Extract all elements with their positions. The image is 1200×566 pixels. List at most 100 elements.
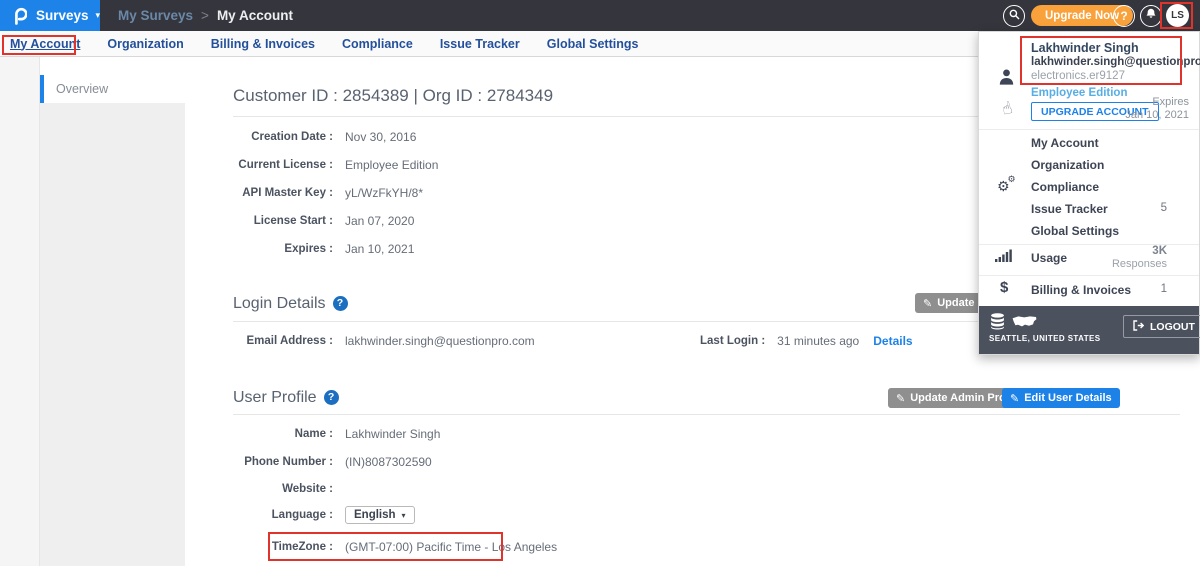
field-value: (IN)8087302590 [345, 455, 432, 469]
expires-date: Jan 10, 2021 [1121, 109, 1189, 122]
bell-icon [1145, 7, 1157, 25]
field-value: Jan 07, 2020 [345, 214, 414, 228]
section-title: User Profile [233, 389, 317, 406]
tab-my-account[interactable]: My Account [10, 37, 80, 51]
dollar-icon: $ [1000, 279, 1008, 296]
menu-item-my-account[interactable]: My Account [1031, 136, 1099, 150]
edit-icon: ✎ [896, 392, 905, 405]
breadcrumb-current: My Account [217, 8, 293, 23]
dropdown-user-email: lakhwinder.singh@questionpro.com [1031, 56, 1200, 68]
sidebar-item-overview[interactable]: Overview [40, 75, 185, 103]
hand-cursor-icon: ☝ [1000, 98, 1015, 120]
dropdown-footer: SEATTLE, UNITED STATES LOGOUT [979, 306, 1199, 354]
field-label: Expires : [233, 243, 333, 255]
billing-badge: 1 [1129, 283, 1167, 295]
issue-tracker-badge: 5 [1129, 202, 1167, 214]
field-language: Language : English ▾ [233, 506, 415, 524]
surveys-product-menu[interactable]: Surveys ▾ [0, 0, 100, 31]
field-value: Jan 10, 2021 [345, 242, 414, 256]
breadcrumb: My Surveys > My Account [118, 0, 293, 31]
login-details-heading: Login Details? [233, 295, 348, 313]
field-label: Last Login : [700, 335, 765, 347]
language-select[interactable]: English ▾ [345, 506, 415, 524]
user-avatar[interactable]: LS [1166, 4, 1189, 27]
field-value: 31 minutes ago [777, 334, 859, 348]
field-label: Language : [233, 509, 333, 521]
field-value: yL/WzFkYH/8* [345, 186, 423, 200]
field-api-master-key: API Master Key : yL/WzFkYH/8* [233, 186, 423, 200]
field-timezone: TimeZone : (GMT-07:00) Pacific Time - Lo… [233, 540, 557, 554]
edit-icon: ✎ [1010, 392, 1019, 405]
field-label: Email Address : [233, 335, 333, 347]
chevron-down-icon: ▾ [402, 511, 406, 520]
menu-item-compliance[interactable]: Compliance [1031, 180, 1099, 194]
person-icon [999, 69, 1014, 90]
divider [979, 129, 1199, 130]
details-link[interactable]: Details [873, 334, 912, 348]
menu-item-organization[interactable]: Organization [1031, 158, 1104, 172]
breadcrumb-my-surveys[interactable]: My Surveys [118, 8, 193, 23]
user-profile-heading: User Profile? [233, 389, 339, 407]
field-last-login: Last Login : 31 minutes ago Details [700, 334, 913, 348]
tab-issue-tracker[interactable]: Issue Tracker [440, 37, 520, 51]
help-button[interactable]: ? [1113, 5, 1135, 27]
language-value: English [354, 509, 396, 521]
field-name: Name : Lakhwinder Singh [233, 427, 440, 441]
menu-item-billing-invoices[interactable]: Billing & Invoices [1031, 283, 1131, 297]
field-value: Employee Edition [345, 158, 438, 172]
field-label: Name : [233, 428, 333, 440]
help-icon[interactable]: ? [324, 390, 339, 405]
menu-item-global-settings[interactable]: Global Settings [1031, 224, 1119, 238]
field-phone-number: Phone Number : (IN)8087302590 [233, 455, 432, 469]
divider [979, 275, 1199, 276]
top-bar: Surveys ▾ My Surveys > My Account Upgrad… [0, 0, 1200, 31]
left-rail [0, 57, 40, 566]
divider [233, 414, 1180, 415]
help-icon[interactable]: ? [333, 296, 348, 311]
database-icon [990, 313, 1005, 335]
usa-map-icon [1012, 315, 1037, 335]
notifications-button[interactable] [1140, 5, 1162, 27]
field-label: TimeZone : [233, 541, 333, 553]
search-icon [1009, 7, 1020, 25]
expires-label: Expires [1121, 96, 1189, 109]
edit-icon: ✎ [923, 297, 932, 310]
field-email-address: Email Address : lakhwinder.singh@questio… [233, 334, 535, 348]
field-label: License Start : [233, 215, 333, 227]
tab-global-settings[interactable]: Global Settings [547, 37, 639, 51]
button-label: LOGOUT [1150, 321, 1195, 333]
field-label: Creation Date : [233, 131, 333, 143]
dropdown-user-name: Lakhwinder Singh [1031, 41, 1139, 55]
tab-organization[interactable]: Organization [107, 37, 183, 51]
my-account-page: Surveys ▾ My Surveys > My Account Upgrad… [0, 0, 1200, 566]
sidebar-item-label: Overview [56, 82, 108, 96]
field-label: Phone Number : [233, 456, 333, 468]
dropdown-expires: Expires Jan 10, 2021 [1121, 96, 1189, 122]
button-label: Edit User Details [1024, 392, 1111, 404]
field-creation-date: Creation Date : Nov 30, 2016 [233, 130, 416, 144]
tab-billing-invoices[interactable]: Billing & Invoices [211, 37, 315, 51]
field-license-start: License Start : Jan 07, 2020 [233, 214, 414, 228]
search-button[interactable] [1003, 5, 1025, 27]
dropdown-username: electronics.er9127 [1031, 70, 1125, 82]
field-label: API Master Key : [233, 187, 333, 199]
field-website: Website : [233, 483, 345, 495]
sidebar-body [40, 103, 185, 566]
bar-chart-icon [995, 249, 1012, 267]
tab-compliance[interactable]: Compliance [342, 37, 413, 51]
field-label: Current License : [233, 159, 333, 171]
menu-item-issue-tracker[interactable]: Issue Tracker [1031, 202, 1108, 216]
breadcrumb-separator: > [201, 8, 209, 23]
menu-item-usage[interactable]: Usage [1031, 251, 1067, 265]
dropdown-edition-link[interactable]: Employee Edition [1031, 87, 1128, 99]
field-value: lakhwinder.singh@questionpro.com [345, 334, 535, 348]
chevron-down-icon: ▾ [96, 10, 101, 21]
question-mark-icon: ? [1120, 9, 1127, 23]
field-value: Lakhwinder Singh [345, 427, 440, 441]
logout-button[interactable]: LOGOUT [1123, 315, 1200, 338]
field-current-license: Current License : Employee Edition [233, 158, 438, 172]
page-title: Customer ID : 2854389 | Org ID : 2784349 [233, 86, 553, 106]
questionpro-logo-icon [12, 6, 27, 25]
datacenter-location: SEATTLE, UNITED STATES [989, 334, 1100, 343]
edit-user-details-button[interactable]: ✎ Edit User Details [1002, 388, 1120, 408]
